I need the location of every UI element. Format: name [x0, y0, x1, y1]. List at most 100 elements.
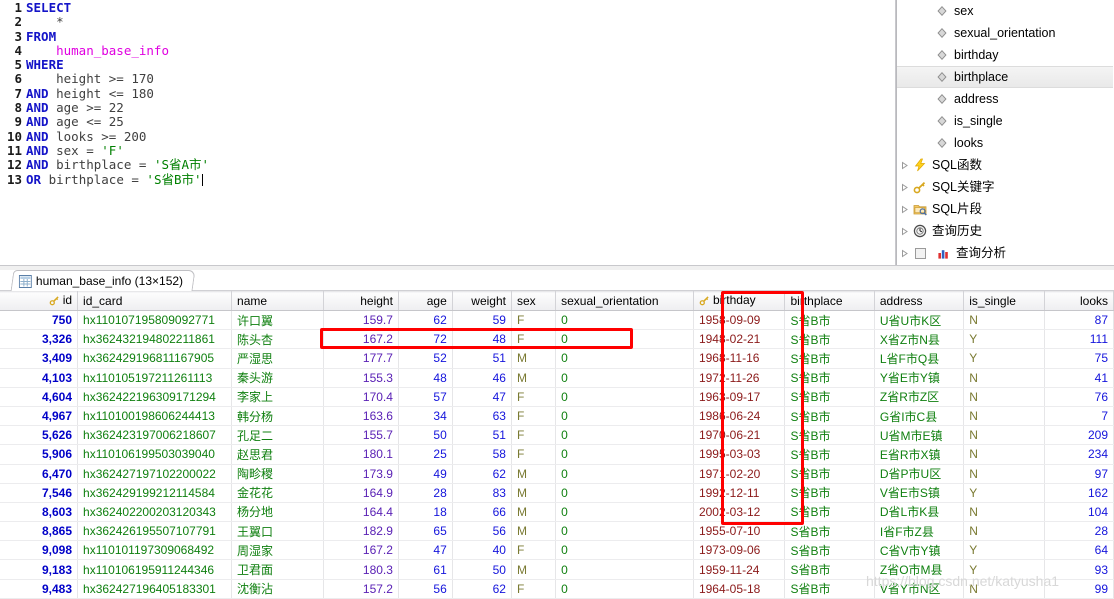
cell-birthday[interactable]: 1959-11-24: [693, 559, 786, 580]
column-header-weight[interactable]: weight: [452, 291, 512, 311]
cell-weight[interactable]: 62: [452, 464, 512, 484]
cell-height[interactable]: 155.7: [323, 425, 399, 446]
cell-looks[interactable]: 99: [1044, 579, 1114, 599]
cell-age[interactable]: 50: [398, 425, 453, 446]
cell-address[interactable]: L省F市Q县: [874, 348, 965, 369]
cell-age[interactable]: 18: [398, 502, 453, 523]
chevron-right-icon[interactable]: [897, 154, 911, 176]
cell-birthplace[interactable]: S省B市: [784, 540, 875, 561]
cell-looks[interactable]: 93: [1044, 559, 1114, 580]
cell-birthday[interactable]: 1963-09-17: [693, 387, 786, 407]
cell-name[interactable]: 许口翼: [231, 310, 324, 331]
cell-sexual_orientation[interactable]: 0: [555, 406, 694, 427]
cell-sexual_orientation[interactable]: 0: [555, 348, 694, 369]
cell-looks[interactable]: 97: [1044, 464, 1114, 484]
cell-sexual_orientation[interactable]: 0: [555, 540, 694, 561]
cell-height[interactable]: 164.4: [323, 502, 399, 523]
cell-looks[interactable]: 28: [1044, 521, 1114, 542]
cell-sexual_orientation[interactable]: 0: [555, 579, 694, 599]
cell-weight[interactable]: 50: [452, 559, 512, 580]
cell-address[interactable]: Y省E市Y镇: [874, 368, 965, 388]
cell-height[interactable]: 167.2: [323, 329, 399, 350]
cell-sex[interactable]: F: [511, 310, 557, 331]
cell-birthplace[interactable]: S省B市: [784, 348, 875, 369]
table-row[interactable]: 5,906 hx110106199503039040 赵思君 180.1 25 58 F 0 1…: [0, 444, 1114, 465]
cell-address[interactable]: D省P市U区: [874, 464, 965, 484]
cell-birthday[interactable]: 1958-09-09: [693, 310, 786, 331]
cell-age[interactable]: 62: [398, 310, 453, 331]
cell-id[interactable]: 9,183: [0, 559, 79, 580]
cell-sexual_orientation[interactable]: 0: [555, 329, 694, 350]
cell-height[interactable]: 177.7: [323, 348, 399, 369]
table-row[interactable]: 9,098 hx110101197309068492 周湿家 167.2 47 40 F 0 1…: [0, 540, 1114, 561]
cell-looks[interactable]: 162: [1044, 483, 1114, 503]
tree-item-birthday[interactable]: birthday: [897, 44, 1113, 66]
cell-name[interactable]: 陶畛稷: [231, 464, 324, 484]
cell-birthday[interactable]: 1986-06-24: [693, 406, 786, 427]
cell-age[interactable]: 65: [398, 521, 453, 542]
cell-sex[interactable]: F: [511, 444, 557, 465]
cell-sex[interactable]: F: [511, 387, 557, 407]
cell-looks[interactable]: 75: [1044, 348, 1114, 369]
cell-id_card[interactable]: hx362426195507107791: [77, 521, 233, 542]
cell-birthday[interactable]: 1971-02-20: [693, 464, 786, 484]
cell-id[interactable]: 4,967: [0, 406, 79, 427]
cell-is_single[interactable]: Y: [963, 559, 1045, 580]
tree-item-SQL[interactable]: SQL片段: [897, 198, 1113, 220]
cell-is_single[interactable]: N: [963, 502, 1045, 523]
cell-address[interactable]: V省Y市N区: [874, 579, 965, 599]
table-row[interactable]: 4,967 hx110100198606244413 韩分杨 163.6 34 63 F 0 1…: [0, 406, 1114, 427]
cell-birthplace[interactable]: S省B市: [784, 444, 875, 465]
cell-birthday[interactable]: 1992-12-11: [693, 483, 786, 503]
cell-sexual_orientation[interactable]: 0: [555, 425, 694, 446]
cell-age[interactable]: 25: [398, 444, 453, 465]
cell-id_card[interactable]: hx110106195911244346: [77, 559, 233, 580]
cell-height[interactable]: 159.7: [323, 310, 399, 331]
cell-birthday[interactable]: 1968-11-16: [693, 348, 786, 369]
cell-sexual_orientation[interactable]: 0: [555, 310, 694, 331]
cell-sex[interactable]: M: [511, 521, 557, 542]
cell-age[interactable]: 52: [398, 348, 453, 369]
cell-id_card[interactable]: hx362402200203120343: [77, 502, 233, 523]
cell-id[interactable]: 4,604: [0, 387, 79, 407]
column-header-id[interactable]: id: [0, 291, 79, 311]
chevron-right-icon[interactable]: [897, 176, 911, 198]
cell-sex[interactable]: F: [511, 329, 557, 350]
cell-birthday[interactable]: 1955-07-10: [693, 521, 786, 542]
cell-looks[interactable]: 111: [1044, 329, 1114, 350]
cell-name[interactable]: 陈头杏: [231, 329, 324, 350]
cell-address[interactable]: U省U市K区: [874, 310, 965, 331]
cell-name[interactable]: 赵思君: [231, 444, 324, 465]
cell-birthplace[interactable]: S省B市: [784, 521, 875, 542]
cell-is_single[interactable]: N: [963, 521, 1045, 542]
cell-height[interactable]: 182.9: [323, 521, 399, 542]
column-header-sexual_orientation[interactable]: sexual_orientation: [555, 291, 694, 311]
cell-age[interactable]: 72: [398, 329, 453, 350]
column-header-address[interactable]: address: [874, 291, 965, 311]
cell-weight[interactable]: 59: [452, 310, 512, 331]
cell-height[interactable]: 157.2: [323, 579, 399, 599]
cell-address[interactable]: X省Z市N县: [874, 329, 965, 350]
checkbox-box[interactable]: [914, 247, 926, 259]
cell-name[interactable]: 孔足二: [231, 425, 324, 446]
cell-height[interactable]: 167.2: [323, 540, 399, 561]
cell-birthday[interactable]: 2002-03-12: [693, 502, 786, 523]
cell-address[interactable]: Z省O市M县: [874, 559, 965, 580]
cell-id_card[interactable]: hx110107195809092771: [77, 310, 233, 331]
cell-is_single[interactable]: Y: [963, 348, 1045, 369]
cell-address[interactable]: I省F市Z县: [874, 521, 965, 542]
sql-code-text[interactable]: 1 SELECT 2 * 3 FROM 4 human_base_info 5 WHERE 6 …: [0, 0, 209, 187]
cell-sex[interactable]: M: [511, 464, 557, 484]
cell-name[interactable]: 杨分地: [231, 502, 324, 523]
cell-sex[interactable]: M: [511, 502, 557, 523]
cell-looks[interactable]: 41: [1044, 368, 1114, 388]
cell-sex[interactable]: M: [511, 559, 557, 580]
tree-item-looks[interactable]: looks: [897, 132, 1113, 154]
cell-id[interactable]: 3,326: [0, 329, 79, 350]
cell-id[interactable]: 6,470: [0, 464, 79, 484]
cell-weight[interactable]: 66: [452, 502, 512, 523]
cell-looks[interactable]: 64: [1044, 540, 1114, 561]
cell-age[interactable]: 49: [398, 464, 453, 484]
object-tree-panel[interactable]: sex sexual_orientation birthday birthplace a…: [896, 0, 1113, 265]
cell-birthday[interactable]: 1948-02-21: [693, 329, 786, 350]
